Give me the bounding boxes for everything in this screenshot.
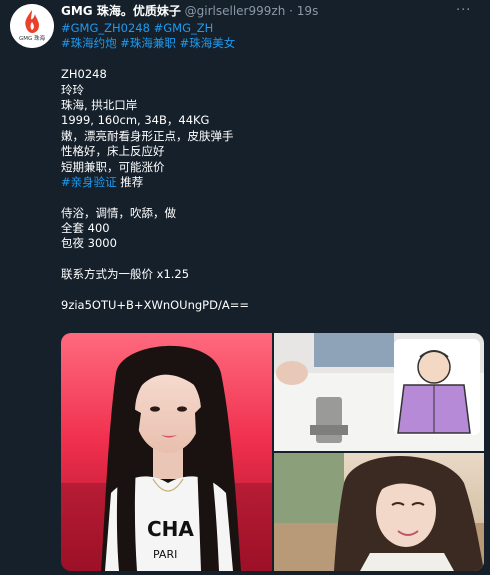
separator-dot: · [289, 4, 293, 18]
text-line: 短期兼职，可能涨价 [61, 159, 165, 174]
media-grid: CHA PARI [61, 333, 484, 571]
text-line: 性格好，床上反应好 [61, 144, 165, 159]
avatar-label: GMG 珠海 [19, 34, 46, 42]
tweet-timestamp[interactable]: 19s [297, 4, 319, 18]
author-handle[interactable]: @girlseller999zh [185, 4, 286, 18]
shirt-text: PARI [153, 548, 177, 561]
shirt-text: CHA [147, 517, 194, 541]
hashtag-row: #珠海约炮 #珠海兼职 #珠海美女 [61, 36, 481, 51]
verify-text: 推荐 [116, 174, 144, 189]
media-photo[interactable]: CHA PARI [61, 333, 272, 571]
hashtag-link[interactable]: #珠海约炮 [61, 36, 117, 50]
code-text: 9zia5OTU+B+XWnOUngPD/A== [61, 298, 249, 313]
hashtag-link[interactable]: #珠海兼职 [120, 36, 176, 50]
text-line: ZH0248 [61, 67, 107, 82]
services-text: 侍浴，调情，吹舔，做 [61, 205, 176, 220]
hashtag-link[interactable]: #亲身验证 [61, 175, 117, 189]
price-full-text: 全套 400 [61, 221, 110, 236]
media-photo[interactable] [274, 333, 484, 451]
author-name[interactable]: GMG 珠海。优质妹子 [61, 4, 181, 18]
tweet-header: GMG 珠海。优质妹子 @girlseller999zh · 19s [61, 3, 318, 19]
tweet[interactable]: GMG 珠海 GMG 珠海。优质妹子 @girlseller999zh · 19… [0, 0, 490, 575]
hashtag-link[interactable]: #珠海美女 [180, 36, 236, 50]
verify-line: #亲身验证 推荐 [61, 175, 481, 190]
media-photo[interactable] [274, 453, 484, 571]
tweet-text: #GMG_ZH0248 #GMG_ZH #珠海约炮 #珠海兼职 #珠海美女 ZH… [61, 21, 481, 313]
price-night-text: 包夜 3000 [61, 236, 117, 251]
hashtag-link[interactable]: #GMG_ZH0248 [61, 21, 150, 35]
hashtag-row: #GMG_ZH0248 #GMG_ZH [61, 21, 481, 36]
contact-note-text: 联系方式为一般价 x1.25 [61, 267, 190, 282]
text-line: 1999, 160cm, 34B，44KG [61, 113, 210, 128]
more-options-icon[interactable]: ··· [456, 3, 478, 19]
brand-logo-icon: GMG 珠海 [10, 4, 54, 48]
text-line: 嫩，漂亮耐看身形正点，皮肤弹手 [61, 128, 234, 143]
text-line: 珠海, 拱北口岸 [61, 97, 138, 112]
hashtag-link[interactable]: #GMG_ZH [154, 21, 214, 35]
avatar[interactable]: GMG 珠海 [10, 4, 54, 48]
text-line: 玲玲 [61, 82, 84, 97]
